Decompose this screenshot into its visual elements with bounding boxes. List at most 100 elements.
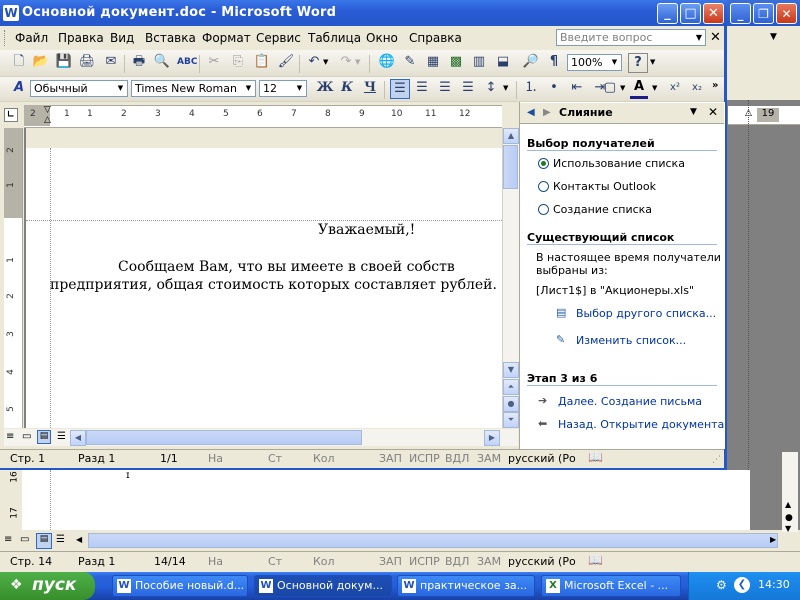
- cut-icon[interactable]: ✂: [205, 53, 223, 71]
- scroll-right-button[interactable]: ▶: [484, 430, 500, 446]
- insert-excel-icon[interactable]: ▩: [447, 53, 465, 71]
- hanging-indent-icon[interactable]: △: [44, 115, 51, 125]
- scroll-down-button[interactable]: ▼: [503, 362, 519, 378]
- font-color-dropdown-icon[interactable]: ▼: [652, 84, 657, 92]
- radio-use-list-label[interactable]: Использование списка: [553, 157, 685, 170]
- menu-grip[interactable]: [4, 30, 8, 46]
- background-scroll-left-icon[interactable]: ◀: [76, 535, 82, 544]
- horizontal-scroll-thumb[interactable]: [86, 430, 362, 445]
- font-dropdown-icon[interactable]: ▼: [243, 81, 254, 96]
- underline-button[interactable]: Ч: [361, 79, 379, 97]
- background-status-ovr[interactable]: ЗАМ: [477, 555, 501, 568]
- background-status-trk[interactable]: ИСПР: [409, 555, 440, 568]
- font-select[interactable]: Times New Roman ▼: [131, 80, 256, 97]
- insert-table-icon[interactable]: ▦: [424, 53, 442, 71]
- print-icon[interactable]: 🖶: [130, 53, 148, 71]
- menu-format[interactable]: Формат: [202, 31, 251, 45]
- tray-expand-icon[interactable]: ❮: [734, 577, 750, 593]
- background-status-rec[interactable]: ЗАП: [379, 555, 402, 568]
- superscript-icon[interactable]: x²: [666, 79, 684, 97]
- edit-list-icon[interactable]: ✎: [556, 333, 565, 346]
- letter-paragraph-line1[interactable]: Сообщаем Вам, что вы имеете в своей собс…: [50, 259, 500, 275]
- background-outline-view-icon[interactable]: ☰: [56, 534, 65, 545]
- style-dropdown-icon[interactable]: ▼: [115, 81, 126, 96]
- background-minimize-button[interactable]: _: [730, 3, 751, 24]
- back-arrow-icon[interactable]: ⬅: [538, 417, 547, 430]
- help-dropdown-arrow-icon[interactable]: ▼: [693, 30, 705, 45]
- print-preview-icon[interactable]: 🔍: [153, 53, 171, 71]
- style-select[interactable]: Обычный ▼: [30, 80, 128, 97]
- document-close-button[interactable]: ✕: [710, 30, 721, 45]
- tables-borders-icon[interactable]: ✎: [401, 53, 419, 71]
- taskbar-item-posobie[interactable]: W Пособие новый.d...: [112, 575, 248, 597]
- undo-dropdown-icon[interactable]: ▼: [323, 58, 328, 66]
- format-painter-icon[interactable]: 🖌: [277, 53, 295, 71]
- align-left-icon[interactable]: ☰: [390, 79, 410, 99]
- menu-tools[interactable]: Сервис: [256, 31, 301, 45]
- background-restore-button[interactable]: ❐: [753, 3, 774, 24]
- font-size-select[interactable]: 12 ▼: [259, 80, 307, 97]
- select-list-icon[interactable]: ▤: [556, 306, 566, 319]
- status-track-changes[interactable]: ИСПР: [409, 452, 440, 465]
- background-scroll-right-icon[interactable]: ▶: [770, 535, 776, 544]
- redo-icon[interactable]: ↷: [337, 53, 355, 71]
- next-arrow-icon[interactable]: ➔: [538, 394, 547, 407]
- word-app-icon[interactable]: W: [3, 5, 19, 21]
- taskbar-item-practical[interactable]: Wпрактическое за...: [397, 575, 535, 597]
- close-button[interactable]: ✕: [703, 3, 724, 24]
- background-hscroll-thumb[interactable]: [88, 533, 778, 548]
- align-center-icon[interactable]: ☰: [413, 79, 431, 97]
- hyperlink-icon[interactable]: 🌐: [378, 53, 396, 71]
- new-document-icon[interactable]: 🗋: [10, 53, 28, 71]
- next-step-link[interactable]: Далее. Создание письма: [558, 395, 702, 408]
- letter-paragraph-line2[interactable]: предприятия, общая стоимость которых сос…: [50, 277, 497, 293]
- justify-icon[interactable]: ☰: [459, 79, 477, 97]
- previous-page-button[interactable]: ⏶: [503, 379, 519, 395]
- drawing-icon[interactable]: ⬓: [494, 53, 512, 71]
- background-horizontal-scrollbar[interactable]: ≡ ▭ ▤ ☰ ◀ ▶: [0, 532, 800, 550]
- minimize-button[interactable]: _: [657, 3, 678, 24]
- menu-file[interactable]: Файл: [15, 31, 48, 45]
- radio-outlook-contacts-label[interactable]: Контакты Outlook: [553, 180, 656, 193]
- background-print-view-icon[interactable]: ▤: [36, 533, 52, 549]
- radio-create-list-label[interactable]: Создание списка: [553, 203, 652, 216]
- background-normal-view-icon[interactable]: ≡: [4, 534, 12, 545]
- edit-list-link[interactable]: Изменить список...: [576, 334, 686, 347]
- align-right-icon[interactable]: ☰: [436, 79, 454, 97]
- pane-menu-dropdown-icon[interactable]: ▼: [690, 107, 697, 117]
- status-overtype[interactable]: ЗАМ: [477, 452, 501, 465]
- save-icon[interactable]: 💾: [55, 53, 73, 71]
- network-icon[interactable]: ⚙: [716, 578, 727, 592]
- background-close-button[interactable]: ✕: [776, 3, 797, 24]
- radio-use-list[interactable]: [538, 158, 549, 169]
- menu-window[interactable]: Окно: [366, 31, 398, 45]
- toolbar-options-icon[interactable]: »: [712, 80, 718, 91]
- background-web-view-icon[interactable]: ▭: [20, 534, 29, 545]
- pane-close-icon[interactable]: ✕: [708, 105, 718, 119]
- pane-back-icon[interactable]: ◀: [527, 107, 535, 118]
- italic-button[interactable]: К: [338, 79, 356, 97]
- font-color-icon[interactable]: A: [630, 78, 648, 99]
- bold-button[interactable]: Ж: [316, 79, 334, 97]
- spelling-status-icon[interactable]: 📖: [588, 450, 603, 464]
- resize-grip-icon[interactable]: ⋰: [712, 455, 721, 465]
- styles-formatting-icon[interactable]: A: [10, 79, 28, 97]
- status-extend[interactable]: ВДЛ: [445, 452, 469, 465]
- subscript-icon[interactable]: x₂: [688, 79, 706, 97]
- copy-icon[interactable]: ⎘: [229, 53, 247, 71]
- maximize-button[interactable]: □: [680, 3, 701, 24]
- font-size-dropdown-icon[interactable]: ▼: [294, 81, 305, 96]
- letter-greeting[interactable]: Уважаемый,!: [318, 222, 415, 238]
- show-hide-icon[interactable]: ¶: [545, 53, 563, 71]
- select-other-list-link[interactable]: Выбор другого списка...: [576, 307, 716, 320]
- paste-icon[interactable]: 📋: [253, 53, 271, 71]
- previous-step-link[interactable]: Назад. Открытие документа: [558, 418, 724, 431]
- next-page-button[interactable]: ⏷: [503, 412, 519, 428]
- undo-icon[interactable]: ↶: [305, 53, 323, 71]
- bullets-icon[interactable]: •: [545, 79, 563, 97]
- status-record[interactable]: ЗАП: [379, 452, 402, 465]
- line-spacing-dropdown-icon[interactable]: ▼: [503, 84, 508, 92]
- scroll-up-button[interactable]: ▲: [503, 128, 519, 144]
- document-map-icon[interactable]: 🔎: [522, 53, 540, 71]
- menu-edit[interactable]: Правка: [58, 31, 104, 45]
